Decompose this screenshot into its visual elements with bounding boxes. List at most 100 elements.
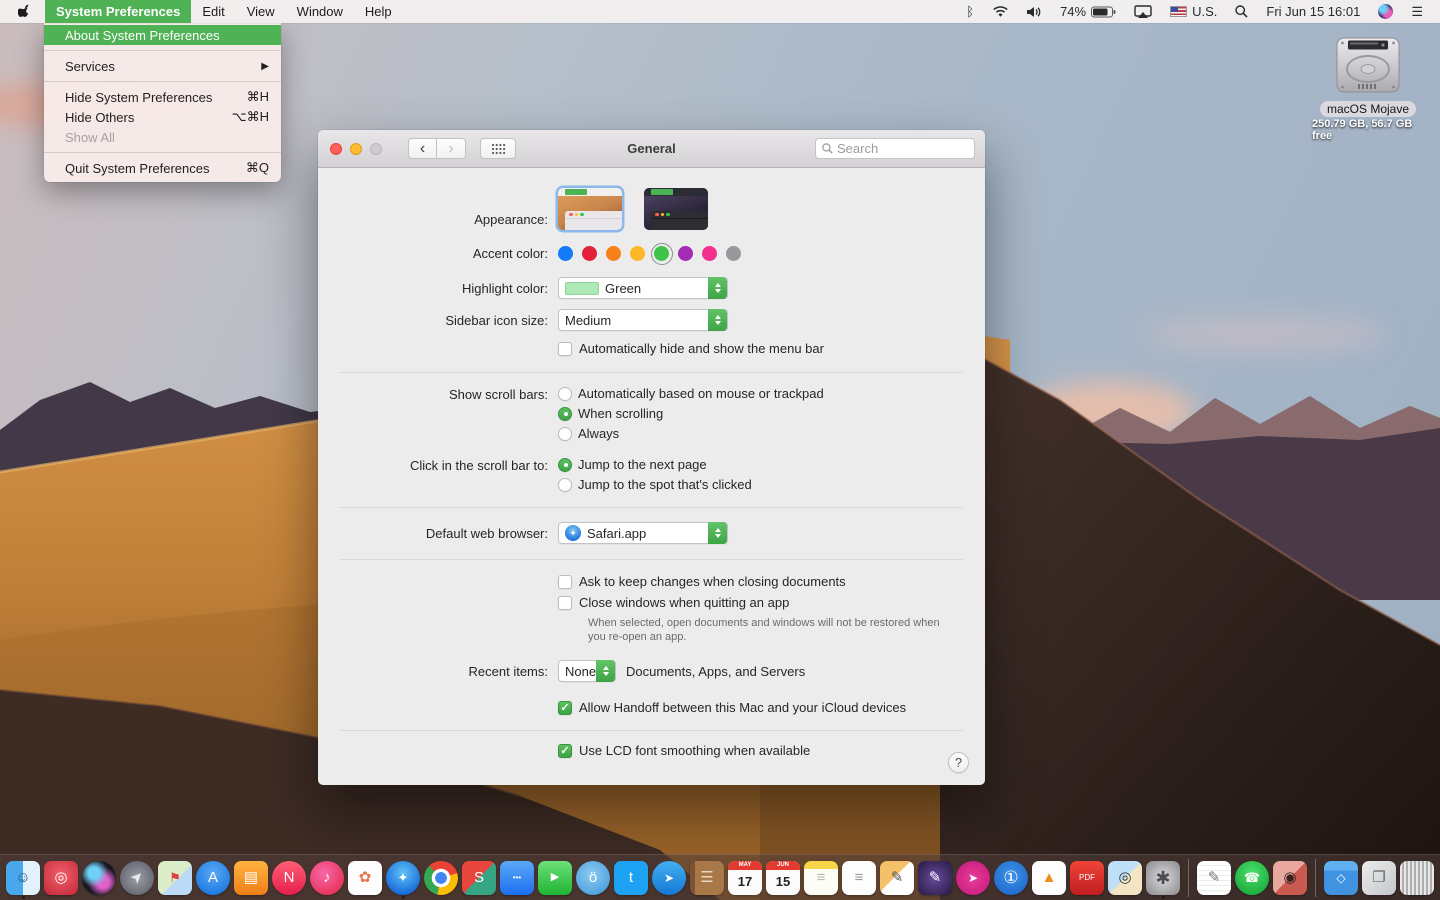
- dock-icon-books[interactable]: ▤: [233, 858, 269, 898]
- dock-icon-preview[interactable]: ◎: [1107, 858, 1143, 898]
- accent-color-pink[interactable]: [702, 246, 717, 261]
- highlight-color-select[interactable]: Green: [558, 277, 728, 299]
- dock-icon-twitter[interactable]: t: [613, 858, 649, 898]
- menu-item-quit-system-preferences[interactable]: Quit System Preferences⌘Q: [44, 158, 281, 178]
- appearance-light-option[interactable]: [558, 188, 622, 230]
- dock-icon-documents-stack[interactable]: ❐: [1361, 858, 1397, 898]
- spotlight-menu[interactable]: [1226, 0, 1257, 23]
- menu-item-label: Hide Others: [65, 110, 134, 125]
- wifi-menu[interactable]: [983, 0, 1018, 23]
- dock-icon-chrome[interactable]: [423, 858, 459, 898]
- dock-icon-calendar-jun[interactable]: JUN15: [765, 858, 801, 898]
- default-browser-select[interactable]: ✦ Safari.app: [558, 522, 728, 544]
- dock-icon-pixelmator[interactable]: ✎: [917, 858, 953, 898]
- search-icon: [1235, 5, 1248, 18]
- dock-icon-slack[interactable]: S: [461, 858, 497, 898]
- input-source-menu[interactable]: U.S.: [1161, 0, 1226, 23]
- dock-icon-contacts[interactable]: ☰: [689, 858, 725, 898]
- appearance-dark-option[interactable]: [644, 188, 708, 230]
- accent-color-red[interactable]: [582, 246, 597, 261]
- dock-icon-system-preferences[interactable]: ✱: [1145, 858, 1181, 898]
- minimize-button[interactable]: [350, 143, 362, 155]
- radio-option-always[interactable]: Always: [558, 426, 824, 441]
- dock-icon-trash[interactable]: [1399, 858, 1435, 898]
- dock-icon-safari[interactable]: ✦: [385, 858, 421, 898]
- dock-icon-whatsapp[interactable]: ☎: [1234, 858, 1270, 898]
- dock-icon-messages[interactable]: •••: [499, 858, 535, 898]
- dock-icon-news[interactable]: N: [271, 858, 307, 898]
- dock-icon-app-store[interactable]: A: [195, 858, 231, 898]
- dock-icon-camera-app[interactable]: ◎: [43, 858, 79, 898]
- radio-button[interactable]: [558, 387, 572, 401]
- help-button[interactable]: ?: [948, 752, 969, 773]
- menubar-menu-view[interactable]: View: [236, 0, 286, 23]
- accent-color-green[interactable]: [654, 246, 669, 261]
- accent-color-gray[interactable]: [726, 246, 741, 261]
- menubar-menu-help[interactable]: Help: [354, 0, 403, 23]
- radio-option-automatically-based-on-mouse-or-trackpad[interactable]: Automatically based on mouse or trackpad: [558, 386, 824, 401]
- dock-icon-reminders[interactable]: ≡: [841, 858, 877, 898]
- accent-color-purple[interactable]: [678, 246, 693, 261]
- accent-color-orange[interactable]: [606, 246, 621, 261]
- radio-button[interactable]: [558, 427, 572, 441]
- siri-menu[interactable]: [1369, 0, 1402, 23]
- close-windows-row: Close windows when quitting an app: [318, 595, 985, 610]
- menubar-menu-edit[interactable]: Edit: [191, 0, 235, 23]
- menubar-menu-window[interactable]: Window: [286, 0, 354, 23]
- back-button[interactable]: ‹: [408, 138, 437, 159]
- show-all-button[interactable]: [480, 138, 516, 159]
- radio-option-jump-to-the-spot-that-s-clicked[interactable]: Jump to the spot that's clicked: [558, 477, 752, 492]
- dock-icon-itunes[interactable]: ♪: [309, 858, 345, 898]
- dock-icon-finder[interactable]: ☺: [5, 858, 41, 898]
- ask-keep-checkbox[interactable]: [558, 575, 572, 589]
- sidebar-size-select[interactable]: Medium: [558, 309, 728, 331]
- dock-icon-photos[interactable]: ✿: [347, 858, 383, 898]
- display-menu[interactable]: [1125, 0, 1161, 23]
- dock-icon-vlc[interactable]: ▲: [1031, 858, 1067, 898]
- accent-color-yellow[interactable]: [630, 246, 645, 261]
- menu-item-about-system-preferences[interactable]: About System Preferences: [44, 25, 281, 45]
- apple-menu[interactable]: [0, 0, 45, 23]
- dock-icon-notes[interactable]: ≡: [803, 858, 839, 898]
- menubar-autohide-row: Automatically hide and show the menu bar: [318, 341, 985, 356]
- close-button[interactable]: [330, 143, 342, 155]
- nav-buttons: ‹ ›: [408, 138, 466, 159]
- dock-icon-launchpad[interactable]: ➤: [119, 858, 155, 898]
- dock-icon-photo-booth[interactable]: ◉: [1272, 858, 1308, 898]
- close-windows-checkbox[interactable]: [558, 596, 572, 610]
- radio-button[interactable]: [558, 458, 572, 472]
- handoff-checkbox[interactable]: ✓: [558, 701, 572, 715]
- radio-button[interactable]: [558, 407, 572, 421]
- menubar-menu-system-preferences[interactable]: System Preferences: [45, 0, 191, 23]
- dock-icon-maps[interactable]: ⚑: [157, 858, 193, 898]
- search-field[interactable]: Search: [815, 138, 975, 159]
- dock-icon-pdf-expert[interactable]: PDF: [1069, 858, 1105, 898]
- dock-icon-spark[interactable]: ➤: [651, 858, 687, 898]
- radio-button[interactable]: [558, 478, 572, 492]
- volume-menu[interactable]: [1018, 0, 1051, 23]
- menu-item-hide-system-preferences[interactable]: Hide System Preferences⌘H: [44, 87, 281, 107]
- accent-color-blue[interactable]: [558, 246, 573, 261]
- notification-center-menu[interactable]: ☰: [1402, 0, 1432, 23]
- menu-bar-clock[interactable]: Fri Jun 15 16:01: [1257, 0, 1369, 23]
- dock-icon-1password[interactable]: ①: [993, 858, 1029, 898]
- dock-icon-siri[interactable]: [81, 858, 117, 898]
- menubar-autohide-checkbox[interactable]: [558, 342, 572, 356]
- radio-option-when-scrolling[interactable]: When scrolling: [558, 406, 824, 421]
- bluetooth-menu[interactable]: ᛒ: [957, 0, 983, 23]
- dock-icon-dropbox-folder[interactable]: ◇: [1323, 858, 1359, 898]
- menu-item-hide-others[interactable]: Hide Others⌥⌘H: [44, 107, 281, 127]
- radio-option-jump-to-the-next-page[interactable]: Jump to the next page: [558, 457, 752, 472]
- dock-icon-skitch[interactable]: ➤: [955, 858, 991, 898]
- dock-icon-twitterrific[interactable]: ö: [575, 858, 611, 898]
- dock-icon-image-annotator[interactable]: ✎: [879, 858, 915, 898]
- lcd-smoothing-checkbox[interactable]: ✓: [558, 744, 572, 758]
- battery-menu[interactable]: 74%: [1051, 0, 1125, 23]
- desktop-icon-macos-mojave[interactable]: macOS Mojave 250.79 GB, 56.7 GB free: [1312, 34, 1424, 142]
- dock-icon-textedit[interactable]: ✎: [1196, 858, 1232, 898]
- window-titlebar[interactable]: ‹ › General Search: [318, 130, 985, 168]
- dock-icon-calendar-may[interactable]: MAY17: [727, 858, 763, 898]
- menu-item-services[interactable]: Services▶: [44, 56, 281, 76]
- dock-icon-facetime[interactable]: ▶: [537, 858, 573, 898]
- recent-items-select[interactable]: None: [558, 660, 616, 682]
